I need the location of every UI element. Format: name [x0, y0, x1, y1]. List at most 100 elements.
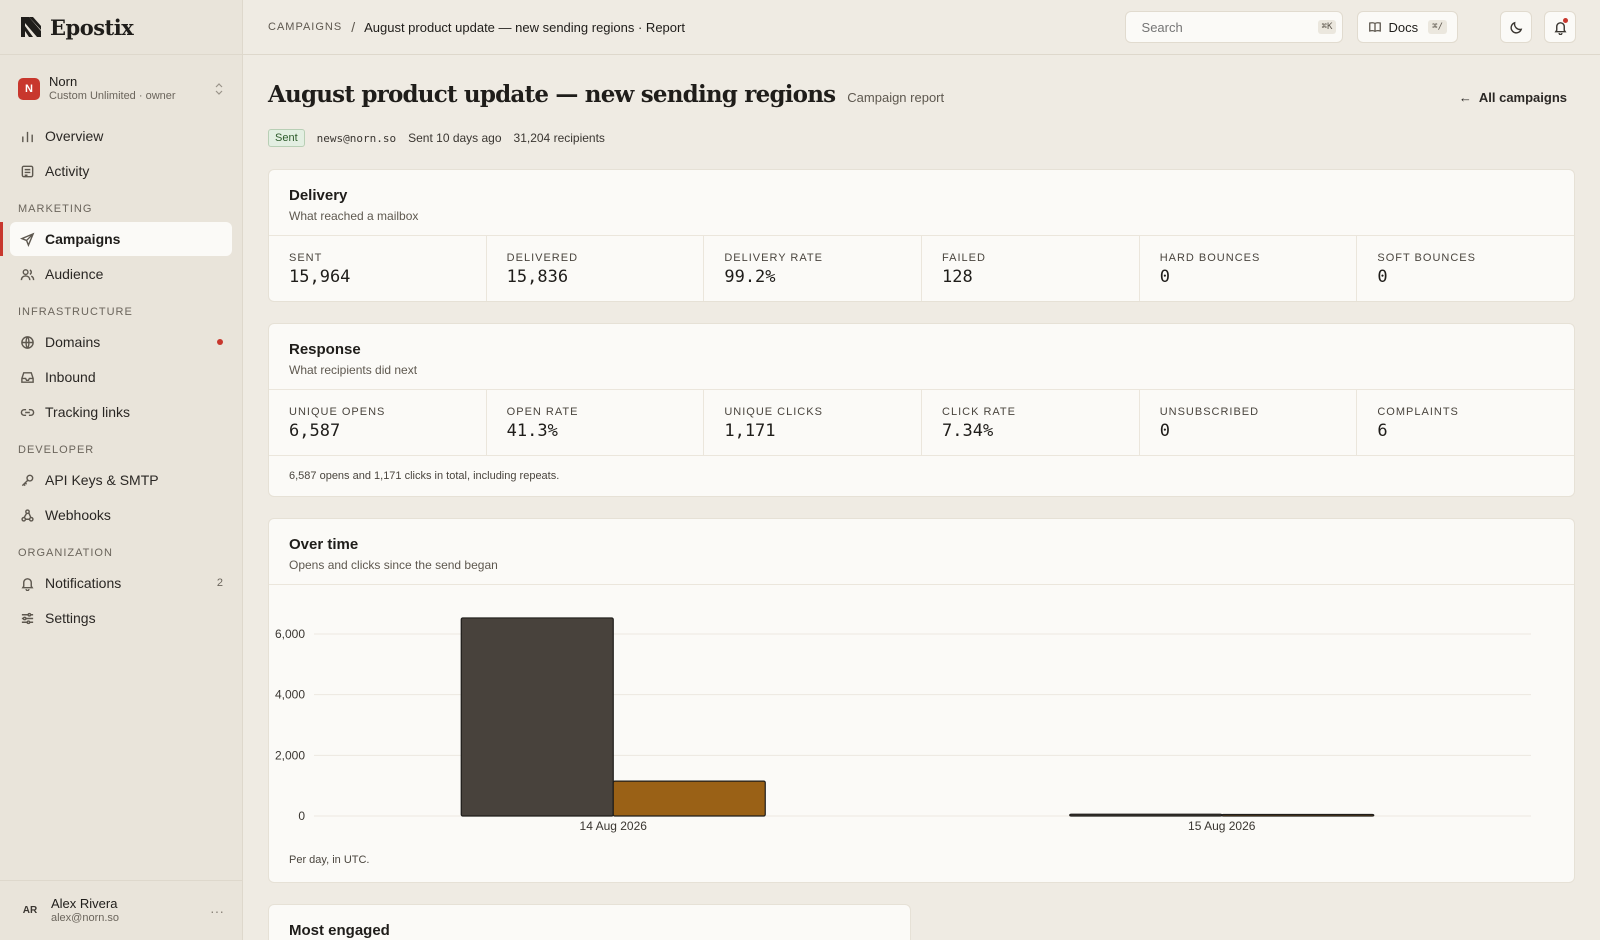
sidebar-item-audience[interactable]: Audience — [10, 257, 232, 291]
response-stats: UNIQUE OPENS 6,587 OPEN RATE 41.3% UNIQUE … — [269, 389, 1574, 455]
stat-value: 15,836 — [506, 267, 569, 287]
stat-unique-clicks: UNIQUE CLICKS 1,171 — [704, 390, 923, 455]
content: August product update — new sending regi… — [243, 81, 1600, 940]
sidebar-item-inbound[interactable]: Inbound — [10, 360, 232, 394]
stat-failed: FAILED 128 — [922, 236, 1140, 301]
stat-value: 0 — [1159, 267, 1170, 287]
delivery-card: Delivery What reached a mailbox SENT 15,9… — [268, 169, 1575, 302]
brand-logo-icon — [21, 17, 41, 37]
sidebar-item-label: Campaigns — [45, 231, 121, 247]
chevron-up-down-icon — [215, 83, 223, 95]
breadcrumb-separator: / — [351, 19, 356, 35]
stat-label: FAILED — [942, 252, 986, 264]
page-subtitle: Campaign report — [847, 90, 945, 105]
stat-value: 41.3% — [506, 421, 558, 441]
list-icon — [19, 163, 35, 179]
stat-label: CLICK RATE — [942, 406, 1016, 418]
sidebar-nav: Overview Activity MARKETING Campaigns Au… — [0, 119, 242, 635]
search-box[interactable]: ⌘K — [1124, 11, 1343, 43]
chart-bar — [1221, 813, 1375, 817]
user-text: Alex Rivera alex@norn.so — [51, 895, 210, 925]
stat-delivery-rate: DELIVERY RATE 99.2% — [704, 236, 923, 301]
workspace-avatar: N — [18, 78, 40, 100]
sidebar-item-domains[interactable]: Domains — [10, 325, 232, 359]
nav-section-organization: ORGANIZATION — [18, 547, 113, 559]
sidebar-item-api-keys[interactable]: API Keys & SMTP — [10, 463, 232, 497]
brand-name: Epostix — [50, 14, 134, 40]
sidebar-item-notifications[interactable]: Notifications 2 — [10, 566, 232, 600]
card-title: Over time — [289, 536, 359, 553]
card-title: Delivery — [289, 187, 348, 204]
workspace-name: Norn — [49, 74, 78, 89]
stat-value: 6 — [1377, 421, 1388, 441]
user-menu[interactable]: AR Alex Rivera alex@norn.so ··· — [0, 880, 242, 940]
user-name: Alex Rivera — [51, 895, 118, 911]
users-icon — [19, 266, 35, 282]
card-header: Over time Opens and clicks since the sen… — [269, 519, 1574, 584]
x-tick-label: 14 Aug 2026 — [580, 819, 648, 833]
sidebar-item-label: Notifications — [45, 575, 122, 591]
stat-value: 0 — [1377, 267, 1388, 287]
search-input[interactable] — [1141, 19, 1318, 35]
theme-toggle-button[interactable] — [1500, 11, 1532, 43]
card-subtitle: What reached a mailbox — [289, 209, 419, 223]
sidebar-item-overview[interactable]: Overview — [10, 119, 232, 153]
sidebar-item-webhooks[interactable]: Webhooks — [10, 498, 232, 532]
chart-bar — [612, 780, 766, 817]
sidebar-item-activity[interactable]: Activity — [10, 154, 232, 188]
delivery-stats: SENT 15,964 DELIVERED 15,836 DELIVERY RATE… — [269, 235, 1574, 301]
webhook-icon — [19, 507, 35, 523]
nav-section-marketing: MARKETING — [18, 203, 93, 215]
stat-label: UNSUBSCRIBED — [1159, 406, 1260, 418]
sidebar-item-label: Settings — [45, 610, 96, 626]
recipient-count: 31,204 recipients — [513, 131, 605, 145]
breadcrumb-current: August product update — new sending regi… — [364, 19, 685, 35]
docs-button[interactable]: Docs ⌘/ — [1356, 11, 1458, 43]
sidebar-item-label: API Keys & SMTP — [45, 472, 159, 488]
nav-section-developer: DEVELOPER — [18, 444, 95, 456]
chart-footnote: Per day, in UTC. — [289, 854, 370, 866]
chart-area: 0 2,000 4,000 6,000 14 Aug 2026 15 Aug 2026 P… — [269, 584, 1574, 882]
response-note: 6,587 opens and 1,171 clicks in total, i… — [269, 455, 1574, 496]
from-address: news@norn.so — [316, 131, 397, 145]
stat-value: 15,964 — [289, 267, 351, 287]
page-header: August product update — new sending regi… — [268, 81, 1575, 111]
workspace-plan: Custom Unlimited · owner — [49, 90, 176, 102]
stat-label: HARD BOUNCES — [1159, 252, 1261, 264]
send-icon — [19, 231, 35, 247]
notifications-button[interactable] — [1544, 11, 1576, 43]
x-tick-label: 15 Aug 2026 — [1188, 819, 1256, 833]
docs-label: Docs — [1388, 19, 1419, 35]
sliders-icon — [19, 610, 35, 626]
card-title: Response — [289, 341, 361, 358]
stat-label: COMPLAINTS — [1377, 406, 1459, 418]
book-icon — [1368, 22, 1381, 33]
globe-icon — [19, 334, 35, 350]
most-engaged-card: Most engaged — [268, 904, 911, 940]
card-subtitle: What recipients did next — [289, 363, 418, 377]
inbox-icon — [19, 369, 35, 385]
breadcrumb-root[interactable]: CAMPAIGNS — [268, 21, 342, 33]
nav-section-infrastructure: INFRASTRUCTURE — [18, 306, 133, 318]
workspace-switcher[interactable]: N Norn Custom Unlimited · owner — [10, 71, 232, 107]
sidebar-item-tracking-links[interactable]: Tracking links — [10, 395, 232, 429]
sidebar-item-label: Webhooks — [45, 507, 111, 523]
stat-complaints: COMPLAINTS 6 — [1357, 390, 1574, 455]
stat-label: OPEN RATE — [506, 406, 579, 418]
response-card: Response What recipients did next UNIQUE… — [268, 323, 1575, 497]
y-tick-label: 0 — [298, 809, 305, 823]
page-title: August product update — new sending regi… — [268, 81, 836, 108]
workspace-text: Norn Custom Unlimited · owner — [49, 75, 214, 103]
stat-value: 1,171 — [724, 421, 776, 441]
stat-soft-bounces: SOFT BOUNCES 0 — [1357, 236, 1574, 301]
bar-chart-icon — [19, 128, 35, 144]
brand[interactable]: Epostix — [0, 0, 242, 55]
chart-bar — [460, 617, 614, 817]
sidebar-item-settings[interactable]: Settings — [10, 601, 232, 635]
card-title: Most engaged — [289, 922, 390, 939]
all-campaigns-link[interactable]: ← All campaigns — [1459, 90, 1567, 105]
docs-shortcut: ⌘/ — [1428, 20, 1447, 34]
sidebar-item-campaigns[interactable]: Campaigns — [0, 222, 232, 256]
stat-value: 6,587 — [289, 421, 341, 441]
more-icon[interactable]: ··· — [210, 903, 224, 919]
